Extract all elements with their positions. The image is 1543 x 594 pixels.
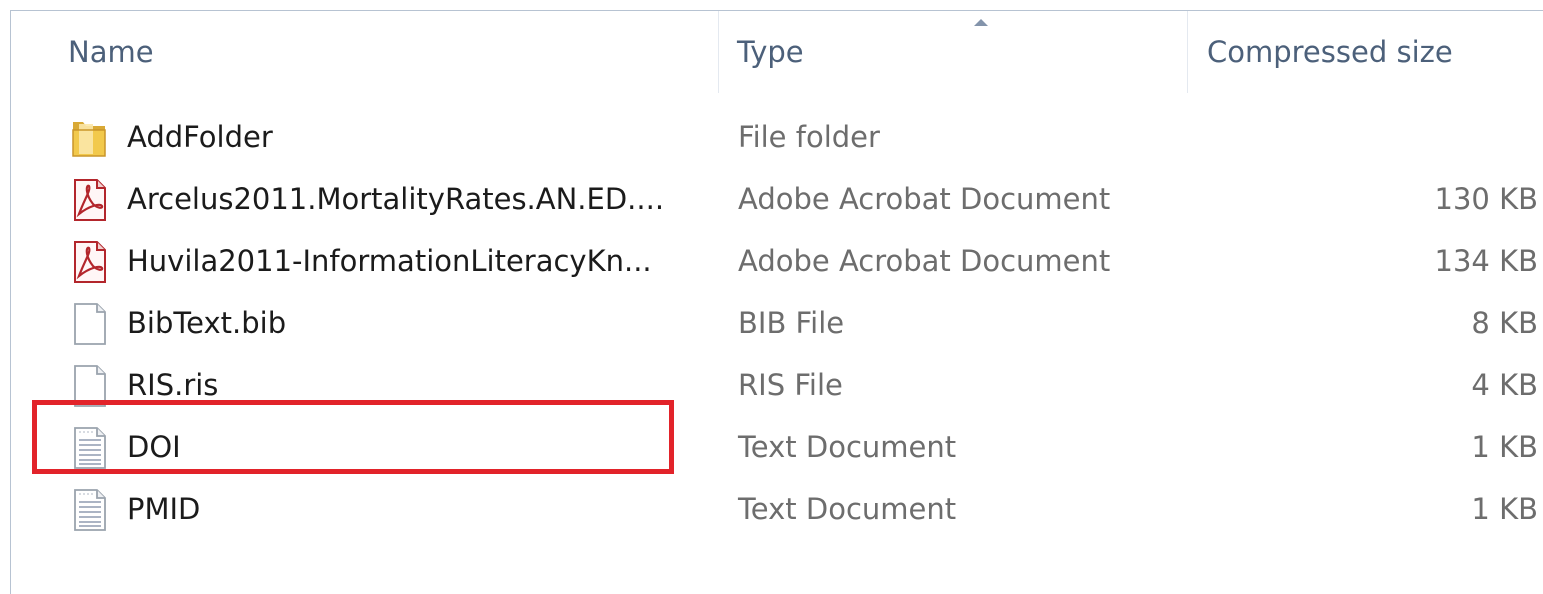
file-row-bibtext[interactable]: BibText.bib BIB File 8 KB — [11, 292, 1543, 354]
zip-file-list-window: Name Type Compressed size AddFolder File… — [10, 10, 1543, 594]
file-size: 1 KB — [1471, 430, 1538, 464]
file-size: 1 KB — [1471, 492, 1538, 526]
file-size: 4 KB — [1471, 368, 1538, 402]
file-size: 130 KB — [1434, 182, 1538, 216]
file-size — [1391, 106, 1538, 168]
column-header-compressed-size[interactable]: Compressed size — [1207, 11, 1543, 93]
column-separator[interactable] — [1187, 11, 1188, 93]
pdf-icon — [74, 241, 106, 283]
file-size: 8 KB — [1471, 306, 1538, 340]
file-name: AddFolder — [127, 120, 273, 154]
file-type: Adobe Acrobat Document — [738, 182, 1111, 216]
file-type: RIS File — [738, 368, 843, 402]
file-type: File folder — [738, 120, 880, 154]
file-type: Text Document — [738, 492, 957, 526]
file-row-huvila2011[interactable]: Huvila2011-InformationLiteracyKn... Adob… — [11, 230, 1543, 292]
file-name: Arcelus2011.MortalityRates.AN.ED.... — [127, 182, 665, 216]
file-type: Text Document — [738, 430, 957, 464]
file-name: Huvila2011-InformationLiteracyKn... — [127, 244, 652, 278]
file-row-arcelus2011[interactable]: Arcelus2011.MortalityRates.AN.ED.... Ado… — [11, 168, 1543, 230]
file-type: Adobe Acrobat Document — [738, 244, 1111, 278]
file-row-addfolder[interactable]: AddFolder File folder — [11, 106, 1543, 168]
column-separator[interactable] — [718, 11, 719, 93]
text-document-icon — [74, 489, 106, 531]
highlight-annotation-box — [32, 400, 674, 474]
file-icon — [74, 303, 106, 345]
column-header-name[interactable]: Name — [68, 11, 718, 93]
column-header-type[interactable]: Type — [737, 11, 1187, 93]
folder-icon — [72, 122, 106, 157]
file-type: BIB File — [738, 306, 845, 340]
file-name: BibText.bib — [127, 306, 287, 340]
column-header-bar: Name Type Compressed size — [11, 11, 1543, 93]
file-name: PMID — [127, 492, 201, 526]
pdf-icon — [74, 179, 106, 221]
file-size: 134 KB — [1434, 244, 1538, 278]
file-row-pmid[interactable]: PMID Text Document 1 KB — [11, 478, 1543, 540]
